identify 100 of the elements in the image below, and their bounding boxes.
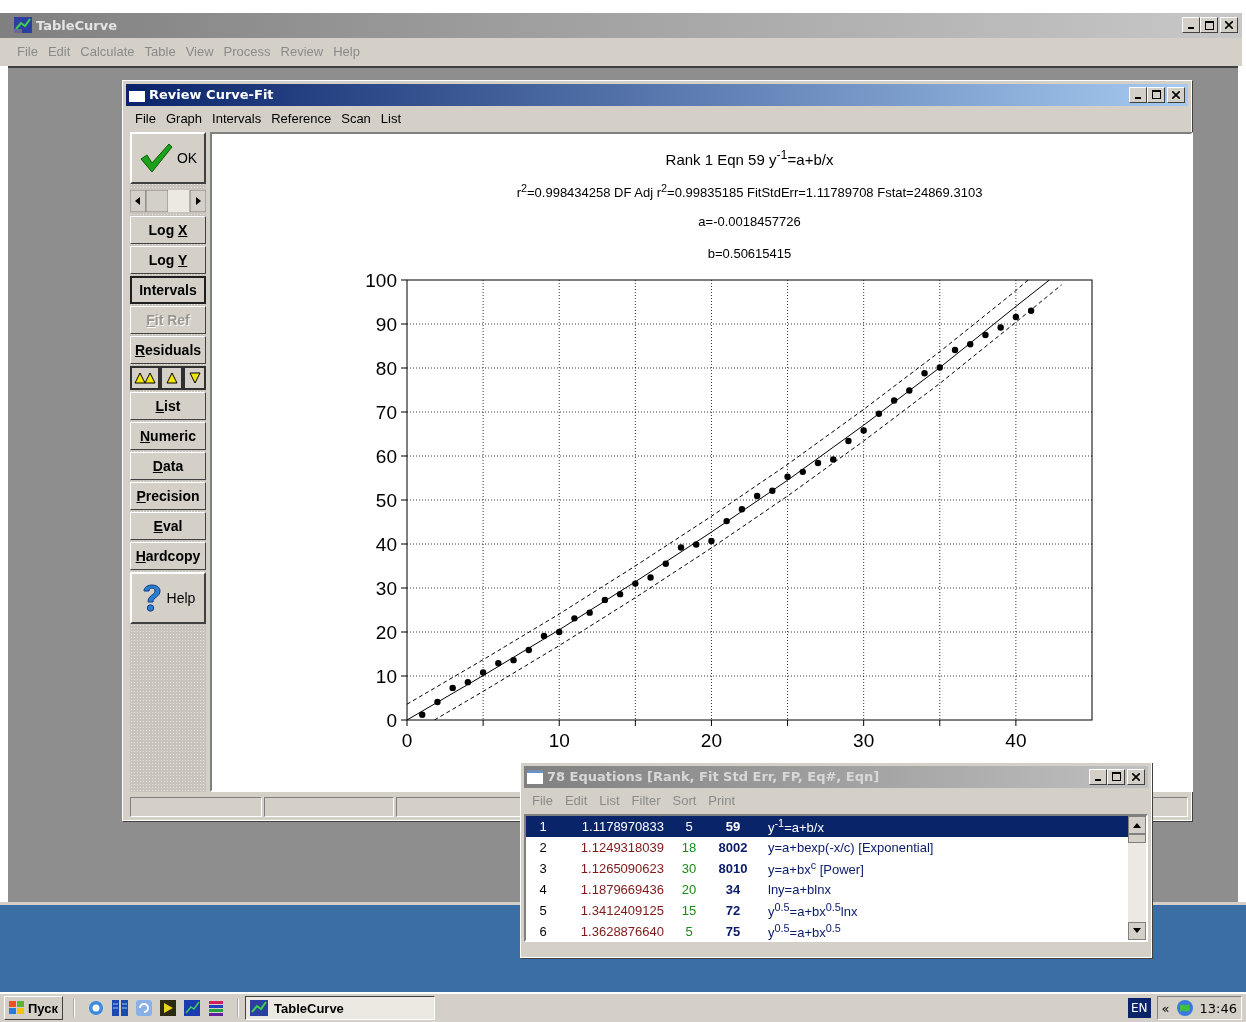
axis-label: 30 (375, 577, 397, 599)
side-button[interactable]: Residuals (130, 335, 206, 364)
side-button[interactable]: Intervals (130, 275, 206, 304)
maximize-button[interactable] (1107, 768, 1125, 785)
window-icon (527, 769, 543, 784)
rank-cell-text: 1 (538, 818, 548, 834)
side-button[interactable]: Hardcopy (130, 541, 206, 570)
axis-label: 70 (375, 401, 397, 423)
stack-icon[interactable] (207, 999, 225, 1017)
close-button[interactable] (1220, 17, 1238, 34)
side-button[interactable]: Numeric (130, 421, 206, 450)
vertical-scrollbar[interactable] (1128, 815, 1146, 940)
question-mark-icon (140, 581, 163, 614)
chart-icon[interactable] (183, 999, 201, 1017)
show-hidden-icons-button[interactable]: « (1161, 1000, 1170, 1016)
fit-std-err-cell-text: 1.1879669436 (579, 881, 664, 897)
equation-row[interactable]: 6 1.3628876640 5 75 y$^{0.5}$=a+bx$^{0.5}$ (526, 920, 1128, 942)
data-point (586, 609, 593, 616)
close-button[interactable] (1127, 768, 1145, 785)
minimize-icon (1135, 96, 1141, 99)
side-button[interactable]: Data (130, 451, 206, 480)
language-indicator[interactable]: EN (1128, 998, 1151, 1018)
equation-row[interactable]: 4 1.1879669436 20 34 lny=a+blnx (526, 878, 1128, 900)
minimize-button[interactable] (1129, 86, 1147, 103)
fit-std-err-cell-text: 1.1249318039 (579, 839, 664, 855)
data-point (525, 646, 532, 653)
menu-item[interactable]: List (375, 111, 407, 127)
side-button[interactable]: Log X (130, 215, 206, 244)
data-point (906, 386, 913, 394)
menu-item[interactable]: Intervals (207, 111, 267, 127)
axis-label: 60 (375, 445, 397, 467)
fit-std-err-cell-text: 1.1178970833 (580, 818, 664, 834)
data-point (434, 698, 441, 705)
fit-std-err-cell-text: 1.3412409125 (579, 902, 664, 918)
fp-cell-text: 5 (684, 923, 694, 939)
axis-label: 0 (401, 729, 413, 751)
data-point (449, 684, 456, 691)
double-up-button[interactable] (130, 365, 161, 390)
media-icon[interactable] (159, 999, 177, 1017)
equation-cell: y$^{-1}$=a+b/x (768, 817, 824, 836)
data-point (647, 573, 654, 581)
horizontal-scrollbar[interactable] (130, 189, 206, 212)
data-point (890, 397, 898, 404)
rank-cell-text: 5 (538, 902, 548, 918)
menu-item[interactable]: Graph (160, 111, 208, 127)
equation-row[interactable]: 3 1.1265090623 30 8010 y=a+bx$^{c}$ [Power] (526, 857, 1128, 879)
side-button[interactable]: Eval (130, 511, 206, 540)
data-point (1027, 307, 1035, 314)
axis-label: 40 (375, 533, 397, 555)
browser-icon[interactable] (87, 999, 105, 1017)
fp-cell-text: 30 (680, 860, 698, 876)
start-button[interactable]: Пуск (4, 996, 63, 1020)
help-button[interactable]: Help (130, 571, 206, 624)
data-point (419, 711, 426, 718)
close-button[interactable] (1167, 86, 1185, 103)
close-icon (1132, 772, 1140, 781)
app-icon (250, 1000, 268, 1016)
side-button[interactable]: List (130, 391, 206, 420)
maximize-button[interactable] (1147, 86, 1165, 103)
fp-cell-text: 20 (680, 881, 698, 897)
side-button[interactable]: Log Y (130, 245, 206, 274)
down-button[interactable] (183, 365, 206, 390)
fp-cell-text: 5 (684, 818, 694, 834)
window-title: Review Curve-Fit (149, 87, 274, 103)
triangle-up-icon (165, 371, 178, 384)
window-title: TableCurve (36, 17, 118, 33)
equation-row[interactable]: 5 1.3412409125 15 72 y$^{0.5}$=a+bx$^{0.5}$lnx (526, 899, 1128, 921)
ok-button[interactable]: OK (130, 131, 206, 184)
taskbar-button[interactable]: TableCurve (245, 996, 435, 1020)
minimize-icon (1188, 27, 1194, 30)
data-point (616, 590, 624, 598)
fit-summary-text: Rank 1 Eqn 59 y$^{-1}$=a+b/x (665, 147, 834, 170)
minimize-button[interactable] (1089, 768, 1107, 785)
globe-icon[interactable] (1175, 999, 1194, 1017)
fit-summary-text: b=0.50615415 (707, 245, 792, 263)
minimize-icon (1095, 778, 1101, 781)
close-icon (1172, 90, 1180, 99)
fit-summary-text: r$^{2}$=0.998434258 DF Adj r$^{2}$=0.99835185 FitStdErr=1.11789708 Fstat=24869.3103 (516, 181, 983, 203)
up-button[interactable] (160, 365, 184, 390)
equation-number-cell-text: 72 (724, 902, 742, 918)
minimize-button[interactable] (1182, 17, 1200, 34)
axis-label: 40 (1005, 729, 1027, 751)
data-point (571, 614, 578, 622)
equation-row[interactable]: 1 1.1178970833 5 59 y$^{-1}$=a+b/x (526, 815, 1128, 837)
data-point (967, 340, 974, 348)
menu-item[interactable]: Reference (266, 111, 337, 127)
side-button[interactable]: Precision (130, 481, 206, 510)
menu-item[interactable]: File (130, 111, 161, 127)
data-point (495, 659, 502, 667)
data-point (723, 517, 730, 525)
fit-std-err-cell-text: 1.1265090623 (579, 860, 664, 876)
maximize-button[interactable] (1200, 17, 1218, 34)
columns-icon[interactable] (111, 999, 129, 1017)
equation-row[interactable]: 2 1.1249318039 18 8002 y=a+bexp(-x/c) [Exponential] (526, 836, 1128, 858)
double-triangle-icon (134, 371, 157, 384)
rank-cell-text: 3 (538, 860, 548, 876)
axis-label: 20 (700, 729, 722, 751)
axis-label: 30 (853, 729, 875, 751)
equation-cell: y=a+bexp(-x/c) [Exponential] (768, 839, 934, 855)
menu-item[interactable]: Scan (336, 111, 376, 127)
